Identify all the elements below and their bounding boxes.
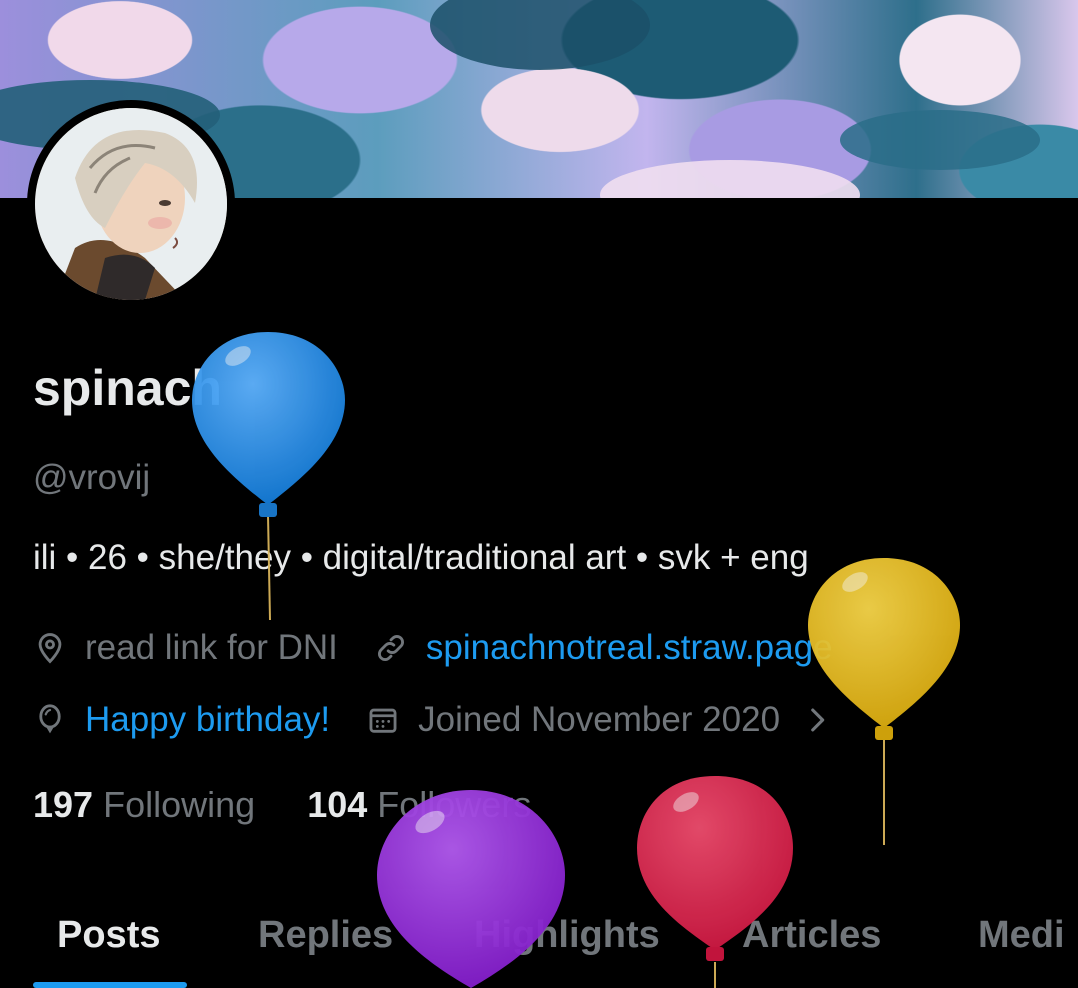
chevron-right-icon[interactable]	[800, 703, 834, 737]
tab-posts[interactable]: Posts	[57, 914, 160, 957]
follow-stats: 197 Following 104 Followers	[33, 784, 573, 826]
joined-date: Joined November 2020	[418, 700, 781, 739]
profile-tabs: Posts Replies Highlights Articles Medi	[0, 900, 1078, 988]
location-text: read link for DNI	[85, 628, 338, 667]
followers-count: 104	[307, 784, 368, 825]
calendar-icon	[369, 708, 397, 733]
following-stat[interactable]: 197 Following	[33, 784, 265, 825]
tab-highlights[interactable]: Highlights	[474, 914, 660, 957]
avatar-illustration	[35, 108, 227, 300]
display-name: spinach	[33, 360, 222, 416]
tab-media[interactable]: Medi	[978, 914, 1065, 957]
profile-meta-row-2: Happy birthday! Joined November 2020	[33, 700, 870, 740]
following-count: 197	[33, 784, 94, 825]
profile-meta-row-1: read link for DNI spinachnotreal.straw.p…	[33, 628, 869, 668]
location-item: read link for DNI	[33, 628, 338, 668]
link-icon	[377, 635, 404, 661]
avatar[interactable]	[35, 108, 227, 300]
active-tab-indicator	[33, 982, 187, 988]
profile-bio: ili • 26 • she/they • digital/traditiona…	[33, 538, 809, 577]
followers-label: Followers	[377, 784, 532, 825]
following-label: Following	[103, 784, 256, 825]
website-item[interactable]: spinachnotreal.straw.page	[374, 628, 833, 668]
website-link[interactable]: spinachnotreal.straw.page	[426, 628, 833, 668]
followers-stat[interactable]: 104 Followers	[307, 784, 531, 825]
birthday-text[interactable]: Happy birthday!	[85, 700, 330, 740]
tab-replies[interactable]: Replies	[258, 914, 393, 957]
location-pin-icon	[38, 633, 62, 664]
tab-articles[interactable]: Articles	[742, 914, 881, 957]
joined-item[interactable]: Joined November 2020	[366, 700, 834, 740]
username-handle: @vrovij	[33, 458, 151, 497]
birthday-item[interactable]: Happy birthday!	[33, 700, 330, 740]
balloon-icon	[39, 704, 61, 734]
